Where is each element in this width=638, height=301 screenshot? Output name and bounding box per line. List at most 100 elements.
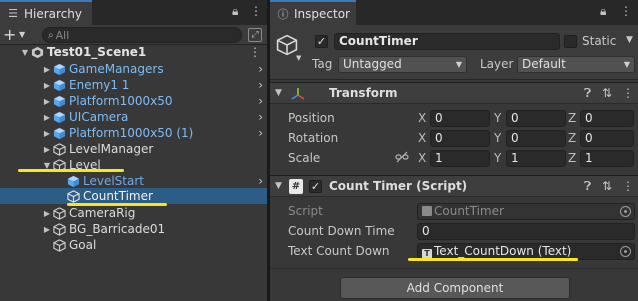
collapsed-arrow-icon[interactable]: ▶ bbox=[42, 209, 52, 218]
chevron-down-icon[interactable]: ▼ bbox=[19, 30, 25, 39]
presets-icon[interactable]: ⇅ bbox=[602, 179, 612, 193]
chevron-down-icon: ▼ bbox=[296, 54, 302, 62]
scale-z-field[interactable]: 1 bbox=[580, 150, 634, 167]
item-label: CameraRig bbox=[69, 206, 136, 220]
chevron-right-icon[interactable]: › bbox=[258, 77, 263, 93]
scene-row[interactable]: ▼ Test01_Scene1 ⋮ bbox=[0, 44, 267, 60]
tag-label: Tag bbox=[312, 57, 333, 71]
counttimer-script-header[interactable]: ▼ # ✓ Count Timer (Script) ❓︎ ⇅ ⋮ bbox=[270, 175, 638, 197]
component-enabled-checkbox[interactable]: ✓ bbox=[309, 180, 322, 193]
layer-dropdown[interactable]: Default ▼ bbox=[517, 56, 635, 73]
tag-value: Untagged bbox=[343, 57, 402, 71]
more-options-icon[interactable]: ⋮ bbox=[620, 4, 632, 18]
hierarchy-item-levelstart[interactable]: LevelStart › bbox=[0, 173, 267, 189]
annotation-underline-text-field bbox=[408, 258, 578, 261]
collapsed-arrow-icon[interactable]: ▶ bbox=[42, 225, 52, 234]
more-options-icon[interactable]: ⋮ bbox=[250, 4, 262, 18]
collapsed-arrow-icon[interactable]: ▶ bbox=[42, 113, 52, 122]
object-picker-icon bbox=[620, 206, 631, 217]
tag-dropdown[interactable]: Untagged ▼ bbox=[338, 56, 467, 73]
countdown-time-field[interactable]: 0 bbox=[417, 223, 635, 240]
item-label: BG_Barricade01 bbox=[69, 222, 166, 236]
hierarchy-item-platform-1[interactable]: ▶ Platform1000x50 (1) › bbox=[0, 125, 267, 141]
help-icon[interactable]: ❓︎ bbox=[584, 86, 591, 101]
layer-value: Default bbox=[522, 57, 566, 71]
chevron-right-icon[interactable]: › bbox=[258, 173, 263, 189]
hierarchy-item-uicamera[interactable]: ▶ UICamera › bbox=[0, 109, 267, 125]
hierarchy-item-goal[interactable]: Goal bbox=[0, 237, 267, 253]
item-label: UICamera bbox=[69, 110, 129, 124]
expand-arrow-icon[interactable]: ▼ bbox=[20, 48, 30, 57]
rotation-y-field[interactable]: 0 bbox=[506, 130, 566, 147]
x-axis-label[interactable]: X bbox=[418, 111, 426, 125]
context-menu-icon[interactable]: ⋮ bbox=[622, 86, 634, 100]
create-plus-icon[interactable]: + bbox=[3, 26, 16, 44]
z-axis-label[interactable]: Z bbox=[568, 111, 576, 125]
gameobject-cube-icon bbox=[52, 222, 66, 236]
script-reference-field: CountTimer bbox=[417, 203, 635, 220]
prefab-cube-icon bbox=[52, 126, 66, 140]
context-menu-icon[interactable]: ⋮ bbox=[622, 179, 634, 193]
z-axis-label[interactable]: Z bbox=[568, 131, 576, 145]
help-icon[interactable]: ❓︎ bbox=[584, 179, 591, 194]
add-component-button[interactable]: Add Component bbox=[340, 277, 570, 299]
item-label: LevelManager bbox=[69, 142, 154, 156]
hierarchy-search-input[interactable]: ⌕ All bbox=[42, 27, 242, 43]
chevron-right-icon[interactable]: › bbox=[258, 109, 263, 125]
scene-filter-icon[interactable]: ⤢ bbox=[248, 28, 262, 42]
item-label: LevelStart bbox=[83, 174, 144, 188]
rotation-x-field[interactable]: 0 bbox=[430, 130, 490, 147]
lock-icon[interactable]: 🔒︎ bbox=[232, 4, 238, 19]
gameobject-cube-icon bbox=[52, 238, 66, 252]
fold-arrow-icon[interactable]: ▼ bbox=[275, 88, 282, 98]
collapsed-arrow-icon[interactable]: ▶ bbox=[42, 97, 52, 106]
lock-icon[interactable]: 🔒︎ bbox=[600, 4, 606, 19]
y-axis-label[interactable]: Y bbox=[494, 111, 501, 125]
object-picker-icon[interactable] bbox=[620, 246, 631, 257]
hierarchy-item-camerarig[interactable]: ▶ CameraRig bbox=[0, 205, 267, 221]
chevron-right-icon[interactable]: › bbox=[258, 125, 263, 141]
hierarchy-item-bg-barricade[interactable]: ▶ BG_Barricade01 bbox=[0, 221, 267, 237]
chevron-down-icon: ▼ bbox=[623, 60, 630, 69]
y-axis-label[interactable]: Y bbox=[494, 131, 501, 145]
collapsed-arrow-icon[interactable]: ▶ bbox=[42, 145, 52, 154]
hierarchy-item-enemy[interactable]: ▶ Enemy1 1 › bbox=[0, 77, 267, 93]
transform-header[interactable]: ▼ Transform ❓︎ ⇅ ⋮ bbox=[270, 82, 638, 104]
presets-icon[interactable]: ⇅ bbox=[602, 86, 612, 100]
position-y-field[interactable]: 0 bbox=[506, 110, 566, 127]
z-axis-label[interactable]: Z bbox=[568, 151, 576, 165]
annotation-underline-level bbox=[18, 169, 124, 172]
collapsed-arrow-icon[interactable]: ▶ bbox=[42, 81, 52, 90]
static-checkbox[interactable] bbox=[564, 35, 577, 48]
x-axis-label[interactable]: X bbox=[418, 131, 426, 145]
gameobject-icon-picker[interactable]: ▼ bbox=[276, 34, 302, 62]
position-z-field[interactable]: 0 bbox=[580, 110, 634, 127]
rotation-z-field[interactable]: 0 bbox=[580, 130, 634, 147]
scene-menu-icon[interactable]: ⋮ bbox=[249, 45, 261, 59]
constrain-proportions-icon[interactable] bbox=[395, 151, 409, 166]
tab-inspector[interactable]: ⓘ Inspector bbox=[270, 0, 356, 25]
active-checkbox[interactable]: ✓ bbox=[315, 35, 328, 48]
scale-x-field[interactable]: 1 bbox=[430, 150, 490, 167]
layer-label: Layer bbox=[480, 57, 514, 71]
collapsed-arrow-icon[interactable]: ▶ bbox=[42, 65, 52, 74]
scene-name: Test01_Scene1 bbox=[47, 45, 147, 59]
prefab-cube-icon bbox=[52, 94, 66, 108]
gameobject-cube-icon bbox=[66, 189, 80, 203]
collapsed-arrow-icon[interactable]: ▶ bbox=[42, 129, 52, 138]
script-label: Script bbox=[288, 204, 323, 218]
hierarchy-item-counttimer[interactable]: CountTimer bbox=[0, 188, 267, 204]
tab-hierarchy[interactable]: ☰ Hierarchy bbox=[0, 0, 92, 25]
hierarchy-item-levelmanager[interactable]: ▶ LevelManager bbox=[0, 141, 267, 157]
hierarchy-item-gamemanagers[interactable]: ▶ GameManagers › bbox=[0, 61, 267, 77]
gameobject-name-field[interactable]: CountTimer bbox=[334, 33, 560, 50]
x-axis-label[interactable]: X bbox=[418, 151, 426, 165]
fold-arrow-icon[interactable]: ▼ bbox=[275, 181, 282, 191]
hierarchy-item-platform[interactable]: ▶ Platform1000x50 › bbox=[0, 93, 267, 109]
position-x-field[interactable]: 0 bbox=[430, 110, 490, 127]
chevron-right-icon[interactable]: › bbox=[258, 61, 263, 77]
chevron-right-icon[interactable]: › bbox=[258, 93, 263, 109]
scale-y-field[interactable]: 1 bbox=[506, 150, 566, 167]
y-axis-label[interactable]: Y bbox=[494, 151, 501, 165]
chevron-down-icon[interactable]: ▼ bbox=[626, 35, 633, 45]
